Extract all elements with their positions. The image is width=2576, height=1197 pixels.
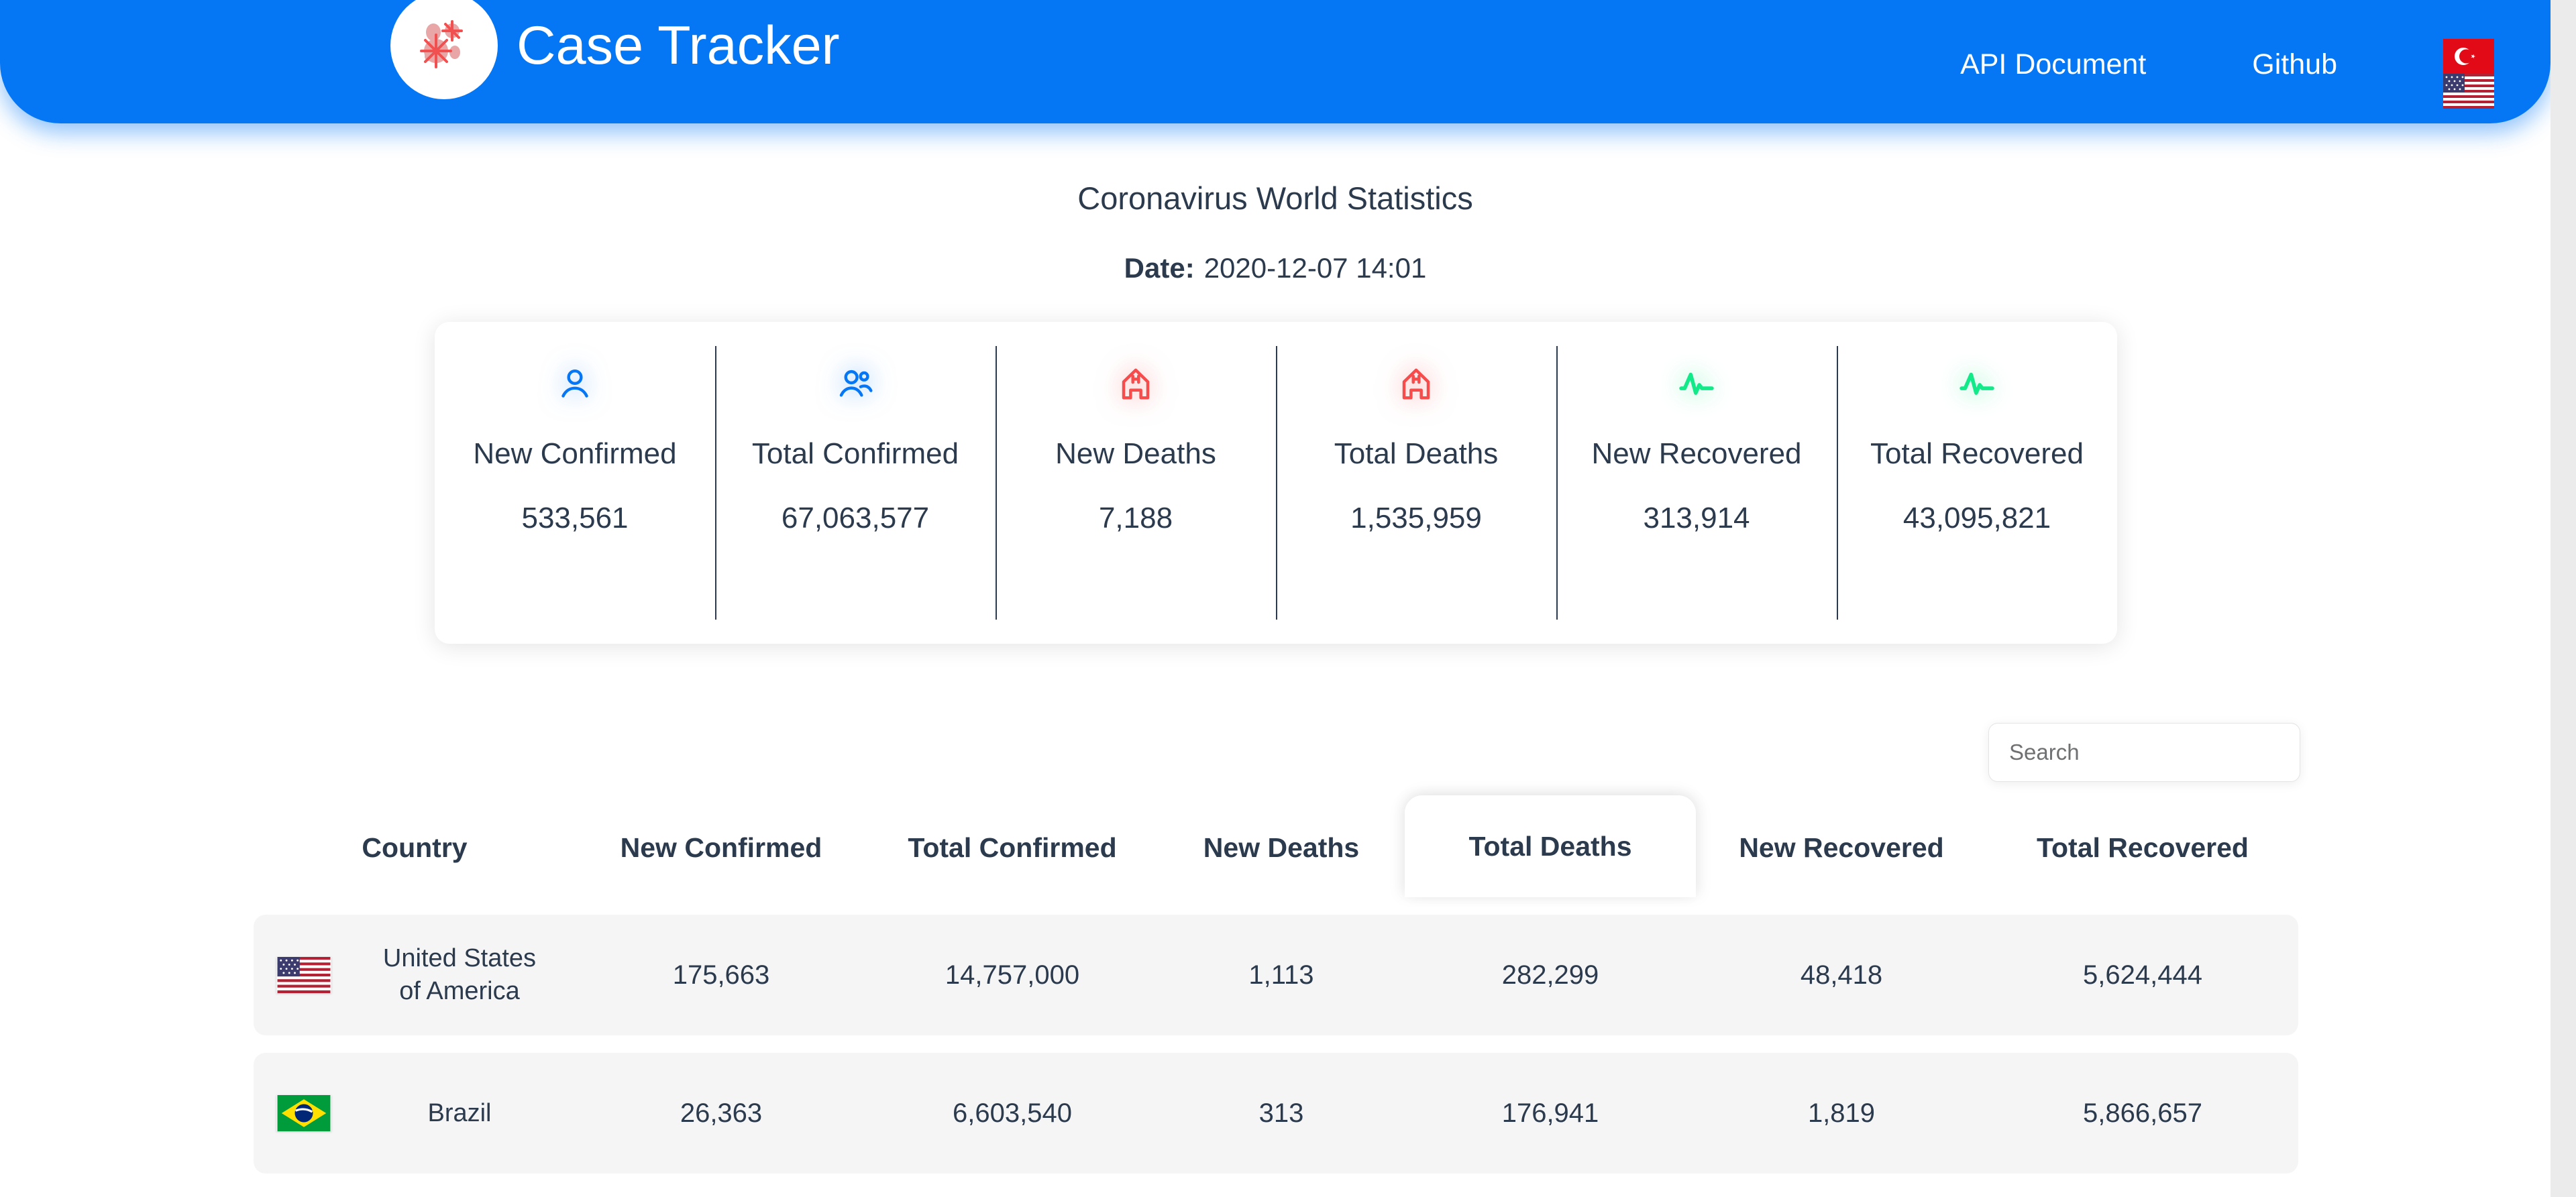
- stat-value: 67,063,577: [781, 502, 930, 534]
- cell-new-recovered: 48,418: [1800, 960, 1883, 990]
- countries-table: Country New Confirmed Total Confirmed Ne…: [254, 795, 2298, 1174]
- search-box: [1988, 723, 2300, 782]
- stat-value: 1,535,959: [1350, 502, 1482, 534]
- stat-value: 7,188: [1098, 502, 1173, 534]
- column-header-total-recovered[interactable]: Total Recovered: [1987, 798, 2298, 897]
- date-label: Date:: [1124, 252, 1195, 284]
- stat-label: New Deaths: [1055, 437, 1216, 470]
- pulse-icon: [1677, 363, 1716, 405]
- table-row[interactable]: United States of America 175,663 14,757,…: [254, 915, 2298, 1035]
- search-input[interactable]: [1988, 723, 2300, 782]
- people-group-icon: [837, 363, 874, 405]
- cell-country: United States of America: [254, 915, 576, 1035]
- column-header-new-recovered[interactable]: New Recovered: [1696, 798, 1987, 897]
- cell-total-confirmed: 14,757,000: [945, 960, 1080, 990]
- stat-total-confirmed: Total Confirmed 67,063,577: [715, 322, 996, 644]
- page-scrollbar[interactable]: [2551, 0, 2576, 1197]
- cell-total-deaths: 176,941: [1501, 1098, 1599, 1128]
- stat-label: Total Recovered: [1870, 437, 2084, 470]
- nav-link-github[interactable]: Github: [2252, 48, 2337, 81]
- date-line: Date: 2020-12-07 14:01: [0, 252, 2551, 284]
- stat-label: New Recovered: [1591, 437, 1802, 470]
- coronavirus-icon: [390, 0, 498, 99]
- stat-total-deaths: Total Deaths 1,535,959: [1276, 322, 1556, 644]
- turkey-flag-icon[interactable]: [2443, 39, 2494, 74]
- stat-new-deaths: New Deaths 7,188: [996, 322, 1276, 644]
- column-header-total-confirmed[interactable]: Total Confirmed: [867, 798, 1158, 897]
- column-header-total-deaths[interactable]: Total Deaths: [1405, 795, 1696, 897]
- site-header: Case Tracker API Document Github: [0, 0, 2551, 123]
- cell-new-deaths: 1,113: [1248, 960, 1314, 990]
- table-row[interactable]: Brazil 26,363 6,603,540 313 176,941 1,81…: [254, 1053, 2298, 1174]
- hospital-icon: [1118, 363, 1154, 405]
- stat-label: Total Confirmed: [751, 437, 959, 470]
- column-header-country[interactable]: Country: [254, 798, 576, 897]
- usa-flag-icon: [277, 957, 331, 993]
- date-value: 2020-12-07 14:01: [1203, 252, 1427, 284]
- cell-total-recovered: 5,866,657: [2083, 1098, 2202, 1128]
- usa-flag-icon[interactable]: [2443, 74, 2494, 109]
- header-nav: API Document Github: [1960, 39, 2494, 109]
- nav-link-api-document[interactable]: API Document: [1960, 48, 2146, 81]
- summary-stats-card: New Confirmed 533,561 Total Confirmed 67…: [435, 322, 2117, 644]
- cell-new-confirmed: 26,363: [680, 1098, 763, 1128]
- stat-value: 533,561: [521, 502, 629, 534]
- cell-new-deaths: 313: [1258, 1098, 1304, 1128]
- cell-total-recovered: 5,624,444: [2083, 960, 2202, 990]
- country-name: Brazil: [427, 1098, 492, 1127]
- brazil-flag-icon: [277, 1095, 331, 1131]
- country-name: United States of America: [382, 944, 537, 1005]
- stat-value: 313,914: [1643, 502, 1750, 534]
- stat-value: 43,095,821: [1902, 502, 2051, 534]
- stat-new-recovered: New Recovered 313,914: [1556, 322, 1837, 644]
- cell-country: Brazil: [254, 1053, 576, 1174]
- pulse-icon: [1957, 363, 1996, 405]
- cell-total-confirmed: 6,603,540: [953, 1098, 1072, 1128]
- person-icon: [556, 363, 594, 405]
- stat-total-recovered: Total Recovered 43,095,821: [1837, 322, 2117, 644]
- cell-total-deaths: 282,299: [1501, 960, 1599, 990]
- brand-logo-group[interactable]: Case Tracker: [390, 0, 840, 99]
- cell-new-confirmed: 175,663: [672, 960, 770, 990]
- table-header-row: Country New Confirmed Total Confirmed Ne…: [254, 795, 2298, 897]
- stat-new-confirmed: New Confirmed 533,561: [435, 322, 715, 644]
- stat-label: Total Deaths: [1334, 437, 1499, 470]
- language-switcher[interactable]: [2443, 39, 2494, 109]
- cell-new-recovered: 1,819: [1807, 1098, 1876, 1128]
- brand-title: Case Tracker: [517, 15, 840, 76]
- stat-label: New Confirmed: [473, 437, 677, 470]
- column-header-new-confirmed[interactable]: New Confirmed: [576, 798, 867, 897]
- column-header-new-deaths[interactable]: New Deaths: [1158, 798, 1405, 897]
- hospital-icon: [1398, 363, 1434, 405]
- page-title: Coronavirus World Statistics: [1077, 180, 1473, 216]
